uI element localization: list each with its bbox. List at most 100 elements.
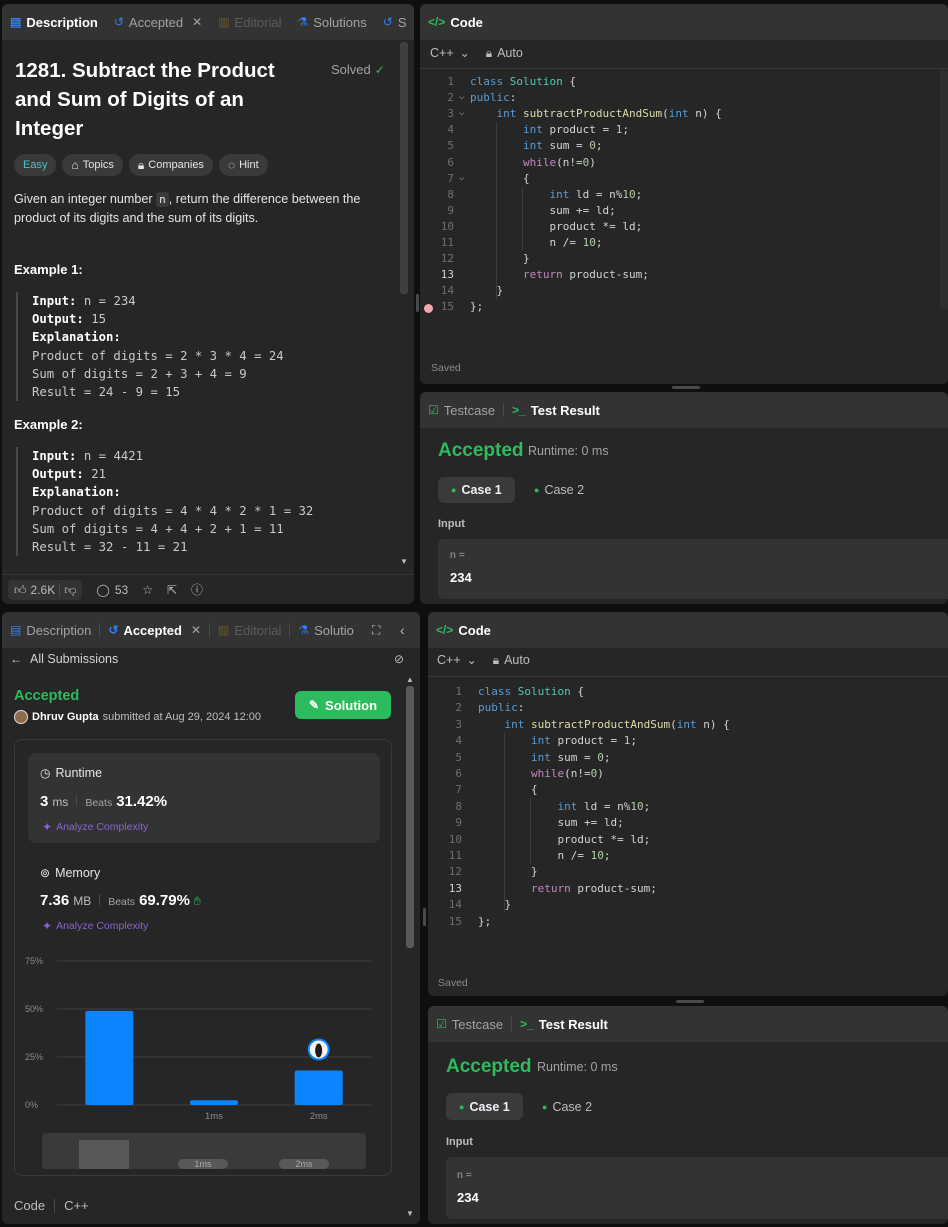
autosave-mode[interactable]: 🔒︎ Auto bbox=[486, 46, 523, 60]
minimap-bar bbox=[79, 1140, 129, 1169]
link-icon[interactable]: ⊘ bbox=[394, 653, 404, 665]
submission-meta: Dhruv Gupta submitted at Aug 29, 2024 12… bbox=[14, 710, 261, 724]
chart-bar[interactable] bbox=[294, 1070, 343, 1105]
collapse-icon[interactable]: ‹ bbox=[400, 623, 405, 637]
code-editor[interactable]: 1 2 3 4 5 6 7 8 9 10 11 12 13 14 15 ⌵ ⌵ … bbox=[420, 68, 948, 358]
scroll-down-arrow[interactable]: ▼ bbox=[400, 557, 408, 566]
divider bbox=[59, 582, 61, 597]
star-icon[interactable]: ☆ bbox=[142, 584, 153, 596]
submission-scrollbar[interactable] bbox=[406, 686, 414, 948]
description-scrollbar[interactable] bbox=[400, 42, 408, 294]
comment-icon: ◯ bbox=[96, 582, 110, 597]
analyze-complexity-link[interactable]: ✦ Analyze Complexity bbox=[42, 920, 148, 932]
thumbs-down-icon[interactable]: 👎︎ bbox=[64, 584, 76, 596]
share-icon[interactable]: ⇱ bbox=[167, 584, 177, 596]
tab-code[interactable]: </> Code bbox=[420, 4, 491, 40]
tab-solutions[interactable]: ⚗ Solutio bbox=[290, 612, 362, 648]
tag-icon: ⌂ bbox=[71, 158, 79, 172]
chart-x-tick: 2ms bbox=[310, 1111, 328, 1122]
close-icon[interactable]: ✕ bbox=[191, 624, 201, 636]
fold-arrow-icon[interactable]: ⌵ bbox=[459, 105, 464, 121]
code-line: while(n!=0) bbox=[530, 767, 604, 780]
tab-accepted[interactable]: ↺ Accepted ✕ bbox=[100, 612, 209, 648]
breakpoint-dot[interactable] bbox=[424, 304, 433, 313]
code-line: while(n!=0) bbox=[522, 155, 596, 169]
sparkle-icon: ✦ bbox=[42, 820, 53, 834]
help-icon[interactable]: ⓘ bbox=[191, 584, 203, 596]
test-panel-bottom: ☑ Testcase >_ Test Result Accepted Runti… bbox=[428, 1006, 948, 1224]
scroll-up-arrow[interactable]: ▲ bbox=[406, 675, 414, 684]
autosave-mode[interactable]: 🔒︎ Auto bbox=[493, 653, 530, 667]
status-dot-icon: ● bbox=[459, 1101, 465, 1112]
comments-button[interactable]: ◯ 53 bbox=[96, 583, 128, 597]
chart-bar[interactable] bbox=[190, 1100, 238, 1105]
chart-x-tick: 1ms bbox=[205, 1111, 223, 1122]
solution-button[interactable]: ✎ Solution bbox=[295, 691, 391, 719]
case-tab-1[interactable]: ● Case 1 bbox=[446, 1093, 523, 1120]
case-tab-1[interactable]: ● Case 1 bbox=[438, 477, 515, 503]
resize-handle[interactable] bbox=[672, 386, 700, 389]
fold-arrow-icon[interactable]: ⌵ bbox=[459, 89, 464, 105]
vertical-resize-handle[interactable] bbox=[416, 294, 419, 312]
code-line: int sum = 0; bbox=[530, 750, 611, 764]
code-line: }; bbox=[470, 300, 484, 314]
case-tab-2[interactable]: ● Case 2 bbox=[538, 1093, 596, 1120]
tab-editorial[interactable]: ▥ Editorial bbox=[210, 4, 289, 40]
code-editor[interactable]: 1 2 3 4 5 6 7 8 9 10 11 12 13 14 15 clas… bbox=[428, 676, 948, 966]
tab-test-result[interactable]: >_ Test Result bbox=[512, 1006, 616, 1042]
runtime-card[interactable]: ◷ Runtime 3 ms Beats 31.42% ✦ Analyze Co… bbox=[28, 753, 380, 843]
tab-test-result[interactable]: >_ Test Result bbox=[504, 392, 608, 428]
input-label: Input bbox=[438, 518, 465, 530]
editor-minimap-scroll[interactable] bbox=[940, 70, 948, 310]
language-select[interactable]: C++ ⌄ bbox=[437, 653, 477, 667]
topics-chip[interactable]: ⌂ Topics bbox=[62, 154, 123, 176]
fold-arrow-icon[interactable]: ⌵ bbox=[459, 170, 464, 186]
code-line: class Solution { bbox=[470, 75, 576, 88]
chip-icon: ⊚ bbox=[40, 866, 51, 880]
tab-solutions[interactable]: ⚗ Solutions bbox=[290, 4, 375, 40]
chart-y-tick: 25% bbox=[25, 1052, 43, 1062]
lock-icon: 🔒︎ bbox=[485, 46, 493, 60]
language-select[interactable]: C++ ⌄ bbox=[430, 46, 470, 60]
chart-bar[interactable] bbox=[85, 1010, 134, 1105]
book-icon: ▥ bbox=[218, 15, 230, 29]
code-line: n /= 10; bbox=[478, 849, 611, 862]
vertical-resize-handle[interactable] bbox=[423, 908, 426, 926]
lightbulb-icon: ◌ bbox=[227, 158, 236, 172]
clap-icon: ✋︎ bbox=[193, 894, 201, 908]
minimap-label-2ms: 2ms bbox=[279, 1159, 329, 1169]
thumbs-up-icon[interactable]: 👍︎ bbox=[14, 584, 27, 596]
lock-icon: 🔒︎ bbox=[137, 158, 145, 172]
code-line: } bbox=[470, 252, 530, 266]
code-line: int subtractProductAndSum(int n) { bbox=[504, 717, 730, 731]
result-status: Accepted bbox=[446, 1056, 532, 1077]
tab-submissions[interactable]: ↺ S bbox=[375, 4, 414, 40]
case-tab-2[interactable]: ● Case 2 bbox=[530, 477, 588, 503]
hint-chip[interactable]: ◌ Hint bbox=[218, 154, 268, 176]
checkbox-icon: ☑ bbox=[428, 403, 439, 417]
chart-minimap[interactable]: 1ms 2ms bbox=[42, 1133, 366, 1169]
code-line: return product-sum; bbox=[530, 881, 657, 895]
code-line: public: bbox=[470, 91, 517, 105]
memory-card[interactable]: ⊚ Memory 7.36 MB Beats 69.79% ✋︎ ✦ Analy… bbox=[28, 855, 380, 933]
tab-testcase[interactable]: ☑ Testcase bbox=[420, 392, 503, 428]
tab-description[interactable]: ▤ Description bbox=[2, 4, 106, 40]
companies-chip[interactable]: 🔒︎ Companies bbox=[128, 154, 213, 176]
submission-tabbar: ▤ Description ↺ Accepted ✕ ▥ Editorial ⚗… bbox=[2, 612, 420, 648]
tab-code[interactable]: </> Code bbox=[428, 612, 499, 648]
tab-editorial[interactable]: ▥ Editorial bbox=[210, 612, 289, 648]
tab-accepted[interactable]: ↺ Accepted ✕ bbox=[106, 4, 210, 40]
analyze-complexity-link[interactable]: ✦ Analyze Complexity bbox=[42, 821, 148, 833]
avatar-marker-figure bbox=[315, 1043, 323, 1058]
scroll-down-arrow[interactable]: ▼ bbox=[406, 1209, 414, 1218]
maximize-icon[interactable]: ⛶ bbox=[372, 624, 380, 636]
runtime-label: Runtime: 0 ms bbox=[528, 444, 609, 458]
resize-handle[interactable] bbox=[676, 1000, 704, 1003]
tab-testcase[interactable]: ☑ Testcase bbox=[428, 1006, 511, 1042]
close-icon[interactable]: ✕ bbox=[192, 16, 202, 28]
tab-description[interactable]: ▤ Description bbox=[2, 612, 99, 648]
user-avatar-marker bbox=[307, 1038, 330, 1061]
arrow-left-icon: ← bbox=[10, 652, 22, 666]
back-to-submissions[interactable]: ← All Submissions bbox=[10, 652, 118, 666]
code-line: int sum = 0; bbox=[522, 139, 603, 153]
